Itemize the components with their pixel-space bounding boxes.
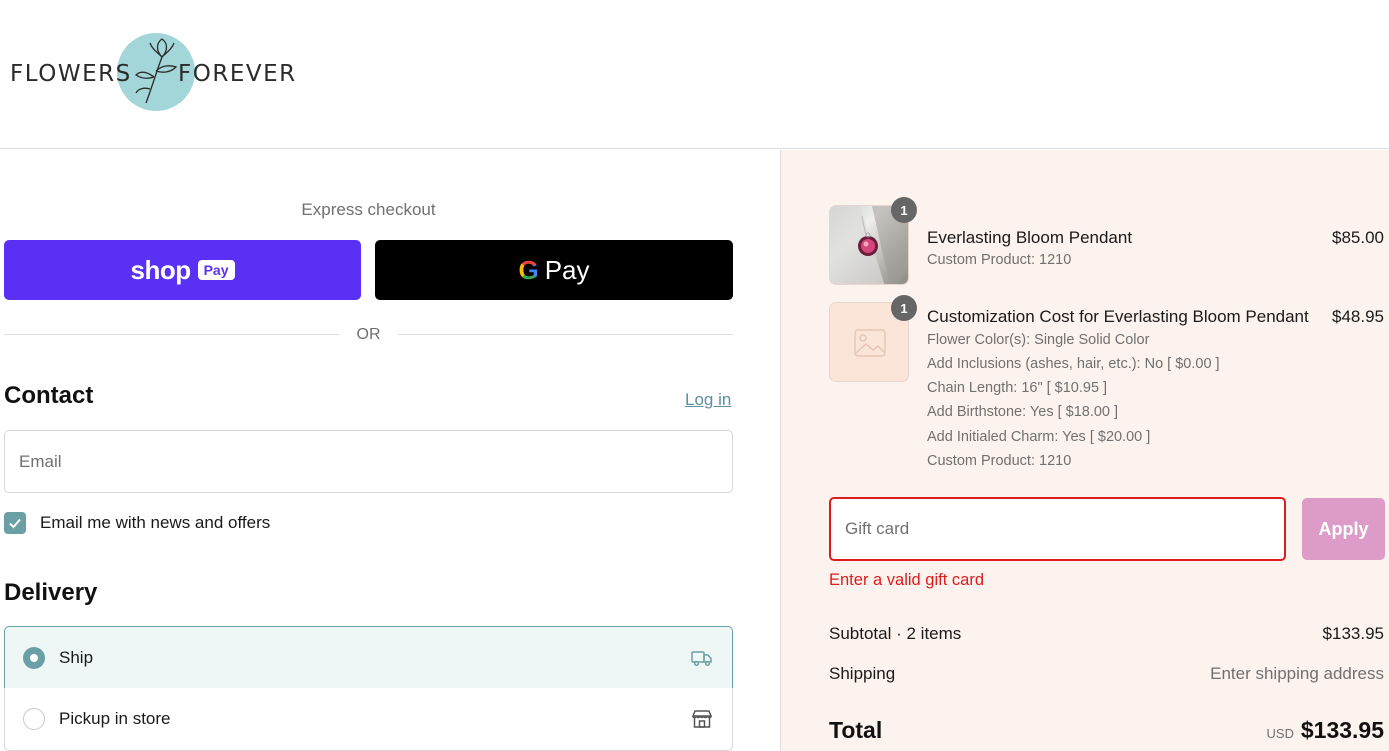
- delivery-option-ship[interactable]: Ship: [4, 626, 733, 689]
- checkout-form: Express checkout shop Pay G Pay OR Conta…: [0, 150, 780, 751]
- divider-line-right: [398, 334, 733, 335]
- item-detail: Add Initialed Charm: Yes [ $20.00 ]: [927, 429, 1151, 445]
- ship-radio[interactable]: [23, 647, 45, 669]
- shop-pay-badge: Pay: [197, 260, 235, 280]
- google-pay-button[interactable]: G Pay: [375, 240, 733, 300]
- express-checkout-title: Express checkout: [301, 200, 436, 219]
- total-value: $133.95: [1300, 717, 1384, 743]
- subtotal-label: Subtotal · 2 items: [829, 624, 962, 643]
- brand-name-right: FOREVER: [178, 61, 297, 87]
- item-detail: Custom Product: 1210: [927, 252, 1072, 268]
- item-title: Everlasting Bloom Pendant: [927, 228, 1133, 247]
- checkmark-icon: [9, 518, 21, 529]
- shipping-label: Shipping: [829, 664, 896, 683]
- tulip-icon: [134, 38, 178, 104]
- email-field[interactable]: [4, 430, 733, 493]
- item-title: Customization Cost for Everlasting Bloom…: [927, 307, 1309, 326]
- item-price: $48.95: [1332, 307, 1384, 326]
- item-detail: Chain Length: 16" [ $10.95 ]: [927, 380, 1108, 396]
- ship-label: Ship: [59, 648, 94, 667]
- newsletter-checkbox[interactable]: [4, 512, 26, 534]
- gift-card-field[interactable]: [829, 497, 1286, 561]
- newsletter-label: Email me with news and offers: [40, 513, 271, 532]
- google-g-icon: G: [518, 254, 539, 285]
- apply-button[interactable]: Apply: [1302, 498, 1385, 560]
- contact-title: Contact: [4, 382, 94, 409]
- item-detail: Add Birthstone: Yes [ $18.00 ]: [927, 404, 1119, 420]
- shop-pay-wordmark: shop: [130, 254, 191, 285]
- order-summary: 1 Everlasting Bloom Pendant $85.00 Custo…: [780, 150, 1389, 751]
- quantity-badge: 1: [891, 197, 917, 223]
- site-header: FLOWERS FOREVER: [0, 0, 1389, 149]
- subtotal-value: $133.95: [1322, 624, 1384, 643]
- gift-card-error: Enter a valid gift card: [829, 571, 984, 589]
- brand-logo[interactable]: FLOWERS FOREVER: [10, 33, 300, 113]
- pickup-radio[interactable]: [23, 708, 45, 730]
- login-link[interactable]: Log in: [685, 390, 731, 410]
- item-price: $85.00: [1332, 228, 1384, 247]
- shop-pay-button[interactable]: shop Pay: [4, 240, 361, 300]
- or-text: OR: [356, 326, 381, 343]
- quantity-badge: 1: [891, 295, 917, 321]
- or-divider: OR: [4, 324, 733, 346]
- brand-name-left: FLOWERS: [10, 61, 132, 87]
- total-currency: USD: [1266, 726, 1294, 741]
- shipping-value: Enter shipping address: [1210, 664, 1384, 683]
- item-detail: Custom Product: 1210: [927, 453, 1072, 469]
- delivery-title: Delivery: [4, 579, 98, 606]
- store-icon: [691, 710, 713, 728]
- google-pay-wordmark: Pay: [544, 254, 590, 285]
- total-label: Total: [829, 717, 883, 743]
- pickup-label: Pickup in store: [59, 709, 171, 728]
- item-detail: Flower Color(s): Single Solid Color: [927, 332, 1150, 348]
- truck-icon: [691, 651, 712, 667]
- delivery-option-pickup[interactable]: Pickup in store: [4, 688, 733, 751]
- item-detail: Add Inclusions (ashes, hair, etc.): No […: [927, 356, 1220, 372]
